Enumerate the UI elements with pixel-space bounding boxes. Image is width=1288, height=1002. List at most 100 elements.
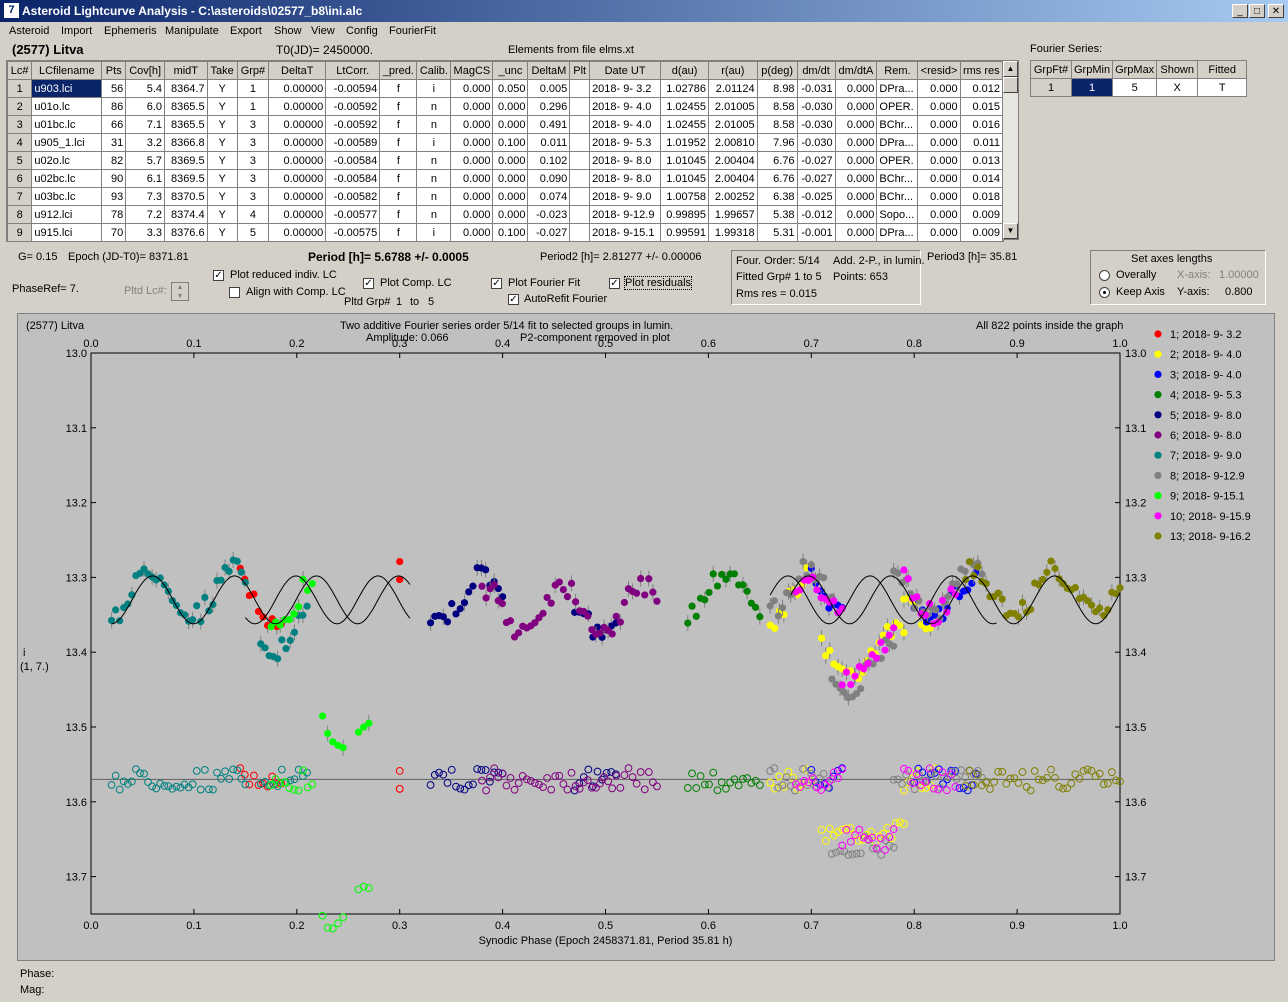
table-cell[interactable]: OPER. [876, 151, 919, 170]
table-cell[interactable]: u903.lci [31, 79, 103, 98]
table-cell[interactable]: 2018- 9- 9.0 [589, 187, 662, 206]
lc-col-header[interactable]: p(deg) [756, 61, 798, 80]
table-cell[interactable]: 0.00000 [268, 133, 327, 152]
table-cell[interactable]: u912.lci [31, 205, 103, 224]
table-cell[interactable]: f [379, 223, 418, 241]
table-cell[interactable]: 0.009 [959, 223, 1003, 241]
table-row[interactable]: 9 u915.lci 70 3.3 8376.6 Y 5 0.00000 -0.00575 f i 0… [7, 223, 1003, 241]
table-cell[interactable] [569, 151, 591, 170]
table-cell[interactable]: f [379, 97, 418, 116]
lc-col-header[interactable]: dm/dtA [834, 61, 878, 80]
table-cell[interactable]: -0.012 [796, 205, 836, 224]
table-cell[interactable]: 2018- 9- 8.0 [589, 169, 662, 188]
table-cell[interactable]: 0.296 [527, 97, 571, 116]
table-cell[interactable]: 4 [7, 133, 33, 152]
table-cell[interactable]: -0.001 [796, 223, 836, 241]
table-cell[interactable]: 0.005 [527, 79, 571, 98]
table-cell[interactable]: 8.58 [756, 97, 798, 116]
table-cell[interactable] [569, 79, 591, 98]
table-cell[interactable]: -0.00584 [325, 151, 381, 170]
table-cell[interactable] [569, 223, 591, 241]
maximize-button[interactable]: □ [1249, 4, 1265, 18]
table-cell[interactable]: 0.012 [959, 79, 1003, 98]
table-cell[interactable]: 0.00000 [268, 205, 327, 224]
table-cell[interactable]: 8.98 [756, 79, 798, 98]
table-cell[interactable]: 0.000 [917, 115, 961, 134]
lc-col-header[interactable]: Grp# [236, 61, 270, 80]
table-cell[interactable]: 3.2 [125, 133, 166, 152]
table-cell[interactable]: 0.000 [492, 115, 529, 134]
table-cell[interactable]: Y [206, 133, 238, 152]
table-cell[interactable]: -0.027 [796, 151, 836, 170]
table-cell[interactable]: 1.99318 [708, 223, 758, 241]
table-cell[interactable] [569, 187, 591, 206]
table-cell[interactable]: 0.016 [959, 115, 1003, 134]
table-cell[interactable]: 5 [236, 223, 270, 241]
table-cell[interactable]: 6.76 [756, 151, 798, 170]
table-cell[interactable]: 2.00810 [708, 133, 758, 152]
table-cell[interactable]: 0.000 [450, 187, 494, 206]
table-cell[interactable]: 0.074 [527, 187, 571, 206]
table-cell[interactable]: 3 [236, 151, 270, 170]
table-cell[interactable]: f [379, 133, 418, 152]
table-cell[interactable]: BChr... [876, 169, 919, 188]
overall-radio[interactable] [1099, 270, 1110, 281]
lc-col-header[interactable]: Plt [569, 61, 591, 80]
table-cell[interactable]: 0.000 [834, 79, 878, 98]
table-cell[interactable]: 8.58 [756, 115, 798, 134]
lightcurve-table[interactable]: Lc# LCfilename Pts Cov[h] midT Take Grp# DeltaT… [6, 60, 1004, 242]
lc-col-header[interactable]: DeltaT [268, 61, 327, 80]
table-cell[interactable]: 6.1 [125, 169, 166, 188]
lc-col-header[interactable]: Take [206, 61, 238, 80]
menu-fourierfit[interactable]: FourierFit [389, 25, 436, 37]
table-cell[interactable]: 0.011 [959, 133, 1003, 152]
table-cell[interactable]: 2018- 9-15.1 [589, 223, 662, 241]
table-cell[interactable]: 0.000 [492, 169, 529, 188]
table-cell[interactable]: BChr... [876, 187, 919, 206]
table-cell[interactable]: f [379, 187, 418, 206]
menu-manipulate[interactable]: Manipulate [165, 25, 219, 37]
table-row[interactable]: 2 u01o.lc 86 6.0 8365.5 Y 1 0.00000 -0.00592 f n 0.… [7, 97, 1003, 116]
menu-config[interactable]: Config [346, 25, 378, 37]
lc-col-header[interactable]: _pred. [379, 61, 418, 80]
table-cell[interactable]: 90 [101, 169, 127, 188]
table-cell[interactable]: 0.00000 [268, 115, 327, 134]
table-cell[interactable]: 82 [101, 151, 127, 170]
table-cell[interactable]: Y [206, 97, 238, 116]
table-cell[interactable]: -0.00592 [325, 97, 381, 116]
table-cell[interactable]: 0.00000 [268, 187, 327, 206]
table-cell[interactable]: 8369.5 [164, 169, 208, 188]
lightcurve-chart[interactable]: 0.00.00.10.10.20.20.30.30.40.40.50.50.60… [18, 314, 1274, 960]
table-cell[interactable]: DPra... [876, 223, 919, 241]
table-cell[interactable]: 0.000 [450, 97, 494, 116]
table-cell[interactable]: 0.015 [959, 97, 1003, 116]
table-cell[interactable]: OPER. [876, 97, 919, 116]
table-cell[interactable]: 8374.4 [164, 205, 208, 224]
table-cell[interactable]: Y [206, 205, 238, 224]
table-cell[interactable]: 0.000 [834, 205, 878, 224]
table-cell[interactable]: i [416, 133, 452, 152]
table-cell[interactable]: 8 [7, 205, 33, 224]
table-cell[interactable]: 0.009 [959, 205, 1003, 224]
lc-col-header[interactable]: Calib. [416, 61, 452, 80]
table-cell[interactable]: f [379, 151, 418, 170]
table-cell[interactable]: i [416, 223, 452, 241]
table-cell[interactable]: 0.00000 [268, 169, 327, 188]
table-row[interactable]: 5 u02o.lc 82 5.7 8369.5 Y 3 0.00000 -0.00584 f n 0.… [7, 151, 1003, 170]
table-cell[interactable]: 0.000 [450, 223, 494, 241]
lc-col-header[interactable]: Cov[h] [125, 61, 166, 80]
table-cell[interactable]: 1.01952 [660, 133, 709, 152]
table-cell[interactable]: u01o.lc [31, 97, 103, 116]
table-cell[interactable]: 2.01124 [708, 79, 758, 98]
table-cell[interactable]: 1.99657 [708, 205, 758, 224]
table-cell[interactable]: 1.02455 [660, 115, 709, 134]
table-cell[interactable]: 0.00000 [268, 223, 327, 241]
table-cell[interactable]: 1.02786 [660, 79, 709, 98]
table-cell[interactable]: 2.00404 [708, 151, 758, 170]
lc-col-header[interactable]: rms res [959, 61, 1003, 80]
menu-show[interactable]: Show [274, 25, 302, 37]
table-cell[interactable]: f [379, 115, 418, 134]
table-cell[interactable]: 1.02455 [660, 97, 709, 116]
table-cell[interactable]: Y [206, 79, 238, 98]
table-cell[interactable]: 0.99895 [660, 205, 709, 224]
